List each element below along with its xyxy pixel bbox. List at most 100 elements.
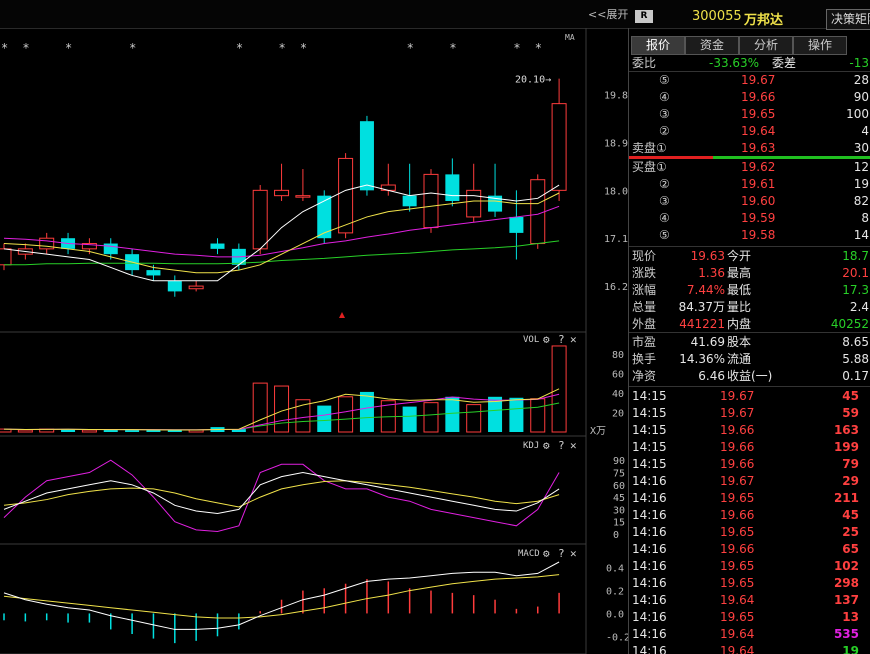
sell-level-label: ⑤ bbox=[659, 73, 670, 87]
volume-bar bbox=[338, 396, 354, 433]
help-icon: ? bbox=[558, 547, 565, 560]
volume-bar bbox=[125, 430, 140, 432]
low-marker bbox=[339, 312, 345, 318]
expand-button[interactable]: <<展开 bbox=[588, 6, 628, 22]
tick-time: 14:15 bbox=[632, 389, 667, 403]
star-marker: * bbox=[22, 41, 29, 55]
vol-tick-label: 40 bbox=[612, 389, 624, 400]
buy-level-label: ④ bbox=[659, 211, 670, 225]
tick-price: 19.65 bbox=[720, 491, 755, 505]
buy-level-label: 买盘① bbox=[632, 160, 667, 174]
star-marker: * bbox=[535, 41, 542, 55]
kdj-tick-label: 60 bbox=[613, 481, 625, 492]
high-price-annotation: 20.10→ bbox=[515, 75, 551, 86]
stat-label: 涨跌 bbox=[632, 266, 657, 280]
candle-body bbox=[103, 243, 118, 255]
tick-volume: 25 bbox=[842, 525, 859, 539]
kdj-k-line bbox=[3, 471, 560, 515]
tab-operation[interactable]: 操作 bbox=[793, 36, 847, 55]
buy-level: ④ 19.59 8 bbox=[629, 210, 870, 227]
tab-quote[interactable]: 报价 bbox=[631, 36, 685, 55]
top-bar: <<展开 R 300055 万邦达 决策矩阵 bbox=[0, 0, 870, 30]
decision-matrix-button[interactable]: 决策矩阵 bbox=[826, 9, 870, 30]
star-marker: * bbox=[236, 41, 243, 55]
tick-price: 19.66 bbox=[720, 542, 755, 556]
buy-level-label: ③ bbox=[659, 194, 670, 208]
tick-time: 14:15 bbox=[632, 440, 667, 454]
candle-body bbox=[295, 195, 311, 198]
tick-row: 14:16 19.65 211 bbox=[629, 490, 870, 507]
tick-row: 14:15 19.66 199 bbox=[629, 439, 870, 456]
tick-volume: 102 bbox=[833, 559, 859, 573]
tick-price: 19.65 bbox=[720, 559, 755, 573]
volume-bar bbox=[81, 429, 97, 433]
tick-row: 14:16 19.65 102 bbox=[629, 558, 870, 575]
tick-time: 14:15 bbox=[632, 423, 667, 437]
stat-label: 内盘 bbox=[727, 317, 752, 331]
candle-body bbox=[551, 103, 567, 191]
volume-bar bbox=[274, 385, 290, 433]
sell-level: ② 19.64 4 bbox=[629, 123, 870, 140]
tick-row: 14:16 19.64 137 bbox=[629, 592, 870, 609]
tick-row: 14:16 19.66 45 bbox=[629, 507, 870, 524]
candle-body bbox=[167, 280, 182, 292]
candle-body bbox=[188, 285, 204, 290]
stock-name: 万邦达 bbox=[744, 13, 784, 28]
close-icon: ✕ bbox=[570, 439, 577, 452]
macd-tick-label: -0.2 bbox=[606, 632, 628, 643]
stat-value: 441221 bbox=[679, 317, 725, 331]
macd-tick-label: 0.4 bbox=[606, 564, 624, 575]
stat-row: 净资 6.46 收益(一) 0.17 bbox=[629, 368, 870, 385]
divider bbox=[629, 332, 870, 333]
tick-volume: 65 bbox=[842, 542, 859, 556]
tick-row: 14:16 19.64 19 bbox=[629, 643, 870, 654]
volume-bar bbox=[509, 397, 524, 432]
volume-bar bbox=[530, 398, 546, 433]
tab-analysis[interactable]: 分析 bbox=[739, 36, 793, 55]
tick-price: 19.65 bbox=[720, 610, 755, 624]
r-badge: R bbox=[635, 10, 653, 23]
buy-level: ② 19.61 19 bbox=[629, 176, 870, 193]
buy-level-price: 19.58 bbox=[741, 228, 776, 242]
candle-body bbox=[402, 195, 417, 207]
tick-volume: 45 bbox=[842, 508, 859, 522]
stat-label: 换手 bbox=[632, 352, 657, 366]
sell-level-volume: 90 bbox=[853, 90, 869, 104]
quote-tabs: 报价 资金 分析 操作 bbox=[629, 36, 870, 55]
volume-bar bbox=[466, 404, 482, 433]
divider bbox=[629, 246, 870, 247]
kdj-tick-label: 30 bbox=[613, 505, 625, 516]
volume-bar bbox=[317, 405, 332, 432]
stat-value: 84.37万 bbox=[678, 300, 725, 314]
candle-body bbox=[466, 189, 482, 218]
candle-body bbox=[338, 157, 354, 234]
volume-bar bbox=[402, 406, 417, 432]
stat-label: 最高 bbox=[727, 266, 752, 280]
volume-bar bbox=[103, 430, 118, 432]
stat-row: 涨幅 7.44% 最低 17.3 bbox=[629, 282, 870, 299]
stat-row: 现价 19.63 今开 18.7 bbox=[629, 248, 870, 265]
kline-chart[interactable]: 19.8 18.9 18.0 17.1 16.2 MA * * * * * * * * * * * 20.10→ V… bbox=[0, 28, 628, 654]
help-icon: ? bbox=[558, 439, 565, 452]
sell-level: ④ 19.66 90 bbox=[629, 89, 870, 106]
tab-funds[interactable]: 资金 bbox=[685, 36, 739, 55]
tick-time: 14:16 bbox=[632, 491, 667, 505]
buy-level-volume: 14 bbox=[853, 228, 869, 242]
buy-level-volume: 8 bbox=[861, 211, 869, 225]
chart-area[interactable]: 19.8 18.9 18.0 17.1 16.2 MA * * * * * * * * * * * 20.10→ V… bbox=[0, 28, 628, 654]
tick-row: 14:15 19.66 163 bbox=[629, 422, 870, 439]
sell-level-label: ② bbox=[659, 124, 670, 138]
stat-label: 市盈 bbox=[632, 335, 657, 349]
weicha-label: 委差 bbox=[772, 56, 797, 70]
tick-time: 14:16 bbox=[632, 508, 667, 522]
sell-level-label: ④ bbox=[659, 90, 670, 104]
tick-volume: 298 bbox=[833, 576, 859, 590]
tick-row: 14:15 19.67 59 bbox=[629, 405, 870, 422]
ma-label: MA bbox=[565, 33, 575, 42]
gear-icon: ⚙ bbox=[543, 547, 550, 560]
stat-value: 40252 bbox=[830, 317, 869, 331]
stat-label: 总量 bbox=[632, 300, 657, 314]
stat-value: 2.4 bbox=[849, 300, 869, 314]
buy-level: ⑤ 19.58 14 bbox=[629, 227, 870, 244]
weicha-value: -13 bbox=[849, 56, 869, 70]
